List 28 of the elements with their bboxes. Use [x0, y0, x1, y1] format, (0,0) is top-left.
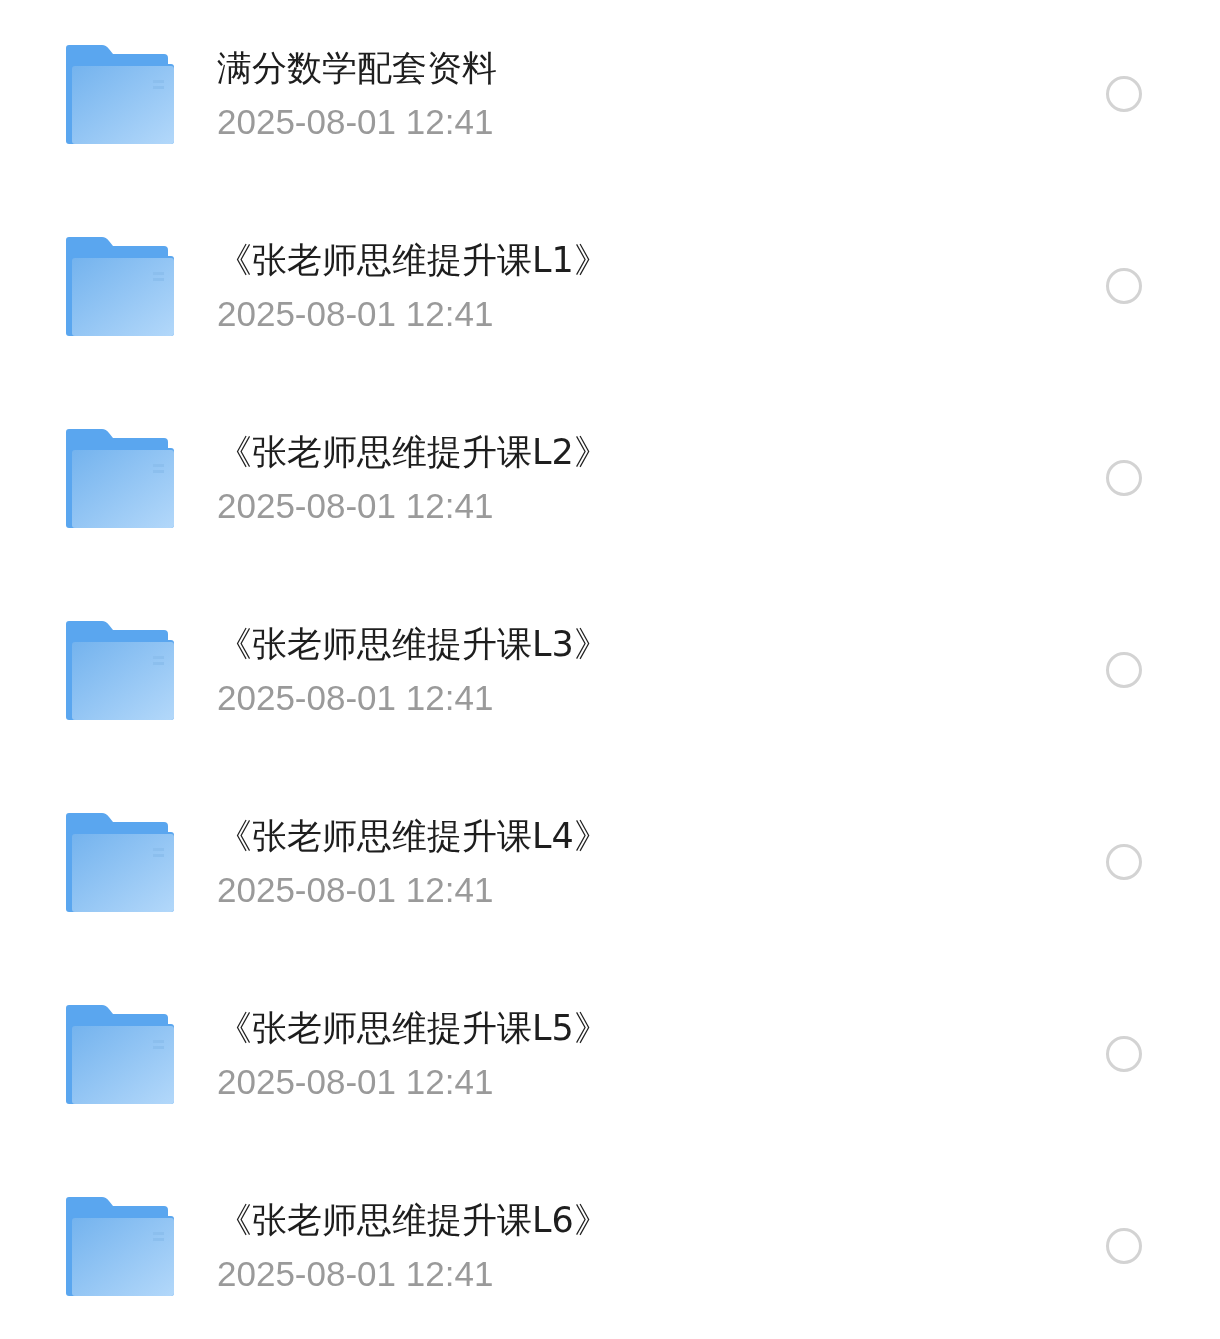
- folder-name: 《张老师思维提升课L4》: [217, 815, 610, 858]
- select-radio[interactable]: [1106, 1228, 1142, 1264]
- folder-icon: [66, 1196, 174, 1296]
- folder-icon: [66, 44, 174, 144]
- select-radio[interactable]: [1106, 844, 1142, 880]
- folder-icon: [66, 812, 174, 912]
- folder-icon: [66, 1004, 174, 1104]
- folder-icon: [66, 620, 174, 720]
- modified-date: 2025-08-01 12:41: [217, 1254, 495, 1294]
- select-radio[interactable]: [1106, 652, 1142, 688]
- folder-name: 《张老师思维提升课L3》: [217, 623, 610, 666]
- folder-icon: [66, 236, 174, 336]
- folder-name: 《张老师思维提升课L6》: [217, 1199, 610, 1242]
- select-radio[interactable]: [1106, 76, 1142, 112]
- modified-date: 2025-08-01 12:41: [217, 486, 495, 526]
- folder-name: 《张老师思维提升课L1》: [217, 239, 610, 282]
- select-radio[interactable]: [1106, 1036, 1142, 1072]
- select-radio[interactable]: [1106, 460, 1142, 496]
- modified-date: 2025-08-01 12:41: [217, 294, 495, 334]
- folder-name: 《张老师思维提升课L5》: [217, 1007, 610, 1050]
- folder-name: 《张老师思维提升课L2》: [217, 431, 610, 474]
- select-radio[interactable]: [1106, 268, 1142, 304]
- modified-date: 2025-08-01 12:41: [217, 1062, 495, 1102]
- modified-date: 2025-08-01 12:41: [217, 678, 495, 718]
- folder-name: 满分数学配套资料: [217, 47, 498, 90]
- modified-date: 2025-08-01 12:41: [217, 870, 495, 910]
- modified-date: 2025-08-01 12:41: [217, 102, 495, 142]
- folder-icon: [66, 428, 174, 528]
